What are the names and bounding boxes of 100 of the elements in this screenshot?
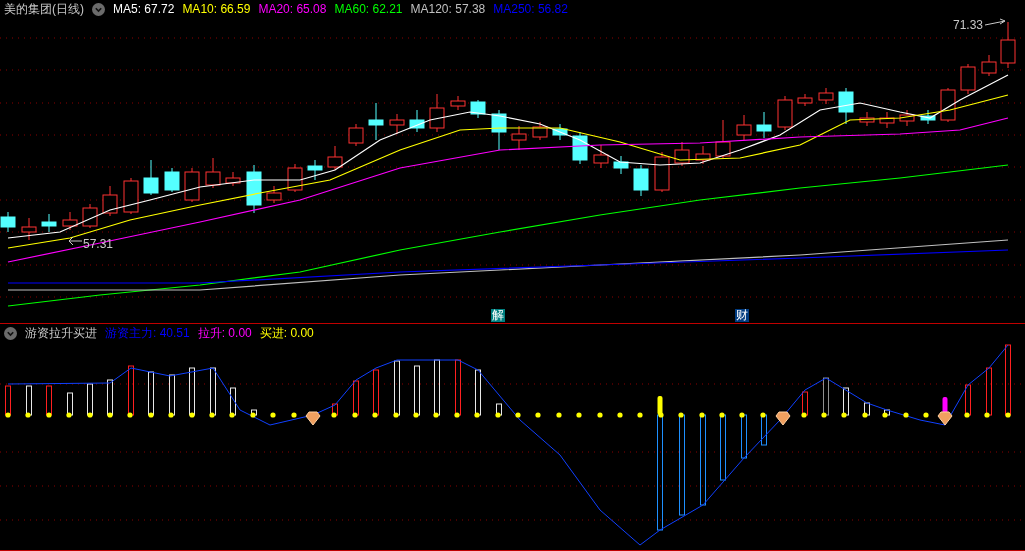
candlestick	[41, 213, 57, 233]
indicator-bar	[107, 379, 113, 416]
indicator-bar	[128, 365, 134, 416]
indicator-value: MA120: 57.38	[410, 1, 486, 18]
indicator-bar	[741, 414, 747, 459]
candlestick	[797, 93, 813, 107]
diamond-icon	[775, 411, 791, 426]
signal-dot	[331, 412, 337, 418]
signal-dot	[719, 412, 725, 418]
signal-dot	[678, 412, 684, 418]
signal-bar	[657, 396, 663, 415]
indicator-value: MA5: 67.72	[113, 1, 175, 18]
candlestick	[633, 164, 649, 197]
candlestick	[1000, 21, 1016, 69]
candlestick	[511, 125, 527, 151]
signal-dot	[882, 412, 888, 418]
candlestick	[389, 113, 405, 135]
signal-dot	[270, 412, 276, 418]
candlestick	[593, 144, 609, 169]
candlestick	[184, 167, 200, 203]
signal-dot	[903, 412, 909, 418]
signal-dot	[576, 412, 582, 418]
candlestick	[205, 157, 221, 189]
signal-dot	[1005, 412, 1011, 418]
candlestick	[838, 87, 854, 125]
signal-dot	[372, 412, 378, 418]
signal-dot	[597, 412, 603, 418]
candlestick	[552, 123, 568, 141]
candlestick	[429, 93, 445, 133]
signal-dot	[801, 412, 807, 418]
candlestick	[62, 211, 78, 231]
signal-dot	[760, 412, 766, 418]
indicator-bar	[1005, 344, 1011, 416]
indicator-bar	[26, 385, 32, 416]
candlestick	[674, 141, 690, 167]
indicator-bar	[5, 385, 11, 416]
event-marker[interactable]: 解	[491, 309, 505, 322]
indicator-title: 游资拉升买进	[25, 325, 97, 342]
indicator-bar	[353, 380, 359, 416]
candlestick	[899, 109, 915, 127]
signal-dot	[229, 412, 235, 418]
dropdown-icon[interactable]	[4, 326, 17, 340]
signal-dot	[25, 412, 31, 418]
event-marker[interactable]: 财	[735, 309, 749, 322]
dropdown-icon[interactable]	[92, 2, 105, 16]
candlestick	[21, 217, 37, 241]
signal-dot	[107, 412, 113, 418]
signal-dot	[250, 412, 256, 418]
candlestick	[123, 177, 139, 215]
indicator-bar	[761, 414, 767, 446]
indicator-bar	[475, 369, 481, 416]
signal-dot	[5, 412, 11, 418]
indicator-bar	[394, 360, 400, 416]
candlestick	[613, 155, 629, 175]
indicator-bar	[148, 371, 154, 416]
signal-dot	[433, 412, 439, 418]
indicator-bar	[496, 403, 502, 416]
indicator-bar	[455, 359, 461, 416]
candlestick	[695, 145, 711, 165]
signal-dot	[535, 412, 541, 418]
candlestick	[348, 123, 364, 147]
signal-dot	[474, 412, 480, 418]
signal-dot	[413, 412, 419, 418]
signal-dot	[862, 412, 868, 418]
candlestick	[756, 111, 772, 139]
indicator-bar	[802, 391, 808, 416]
signal-dot	[148, 412, 154, 418]
candlestick	[470, 99, 486, 119]
signal-dot	[291, 412, 297, 418]
candlestick	[368, 102, 384, 141]
signal-dot	[984, 412, 990, 418]
signal-dot	[964, 412, 970, 418]
indicator-bar	[864, 402, 870, 416]
indicator-value: MA250: 56.82	[493, 1, 568, 18]
signal-dot	[739, 412, 745, 418]
candlestick	[940, 87, 956, 123]
candlestick	[879, 111, 895, 129]
candlestick	[450, 95, 466, 111]
candlestick	[491, 109, 507, 151]
candlestick	[736, 114, 752, 141]
candlestick	[532, 121, 548, 141]
signal-dot	[66, 412, 72, 418]
candlestick	[225, 171, 241, 187]
candlestick	[859, 111, 875, 127]
indicator-bar	[720, 414, 726, 481]
indicator-value: MA20: 65.08	[258, 1, 327, 18]
indicator-bar	[251, 409, 257, 416]
signal-dot	[658, 412, 664, 418]
signal-dot	[637, 412, 643, 418]
indicator-value: MA10: 66.59	[182, 1, 251, 18]
indicator-bar	[986, 367, 992, 416]
indicator-value: 买进: 0.00	[259, 325, 314, 342]
chart-title: 美的集团(日线)	[4, 1, 84, 18]
indicator-bar	[843, 387, 849, 416]
signal-dot	[556, 412, 562, 418]
candlestick	[960, 63, 976, 95]
signal-dot	[923, 412, 929, 418]
candlestick	[409, 109, 425, 133]
candlestick	[102, 185, 118, 217]
signal-dot	[352, 412, 358, 418]
